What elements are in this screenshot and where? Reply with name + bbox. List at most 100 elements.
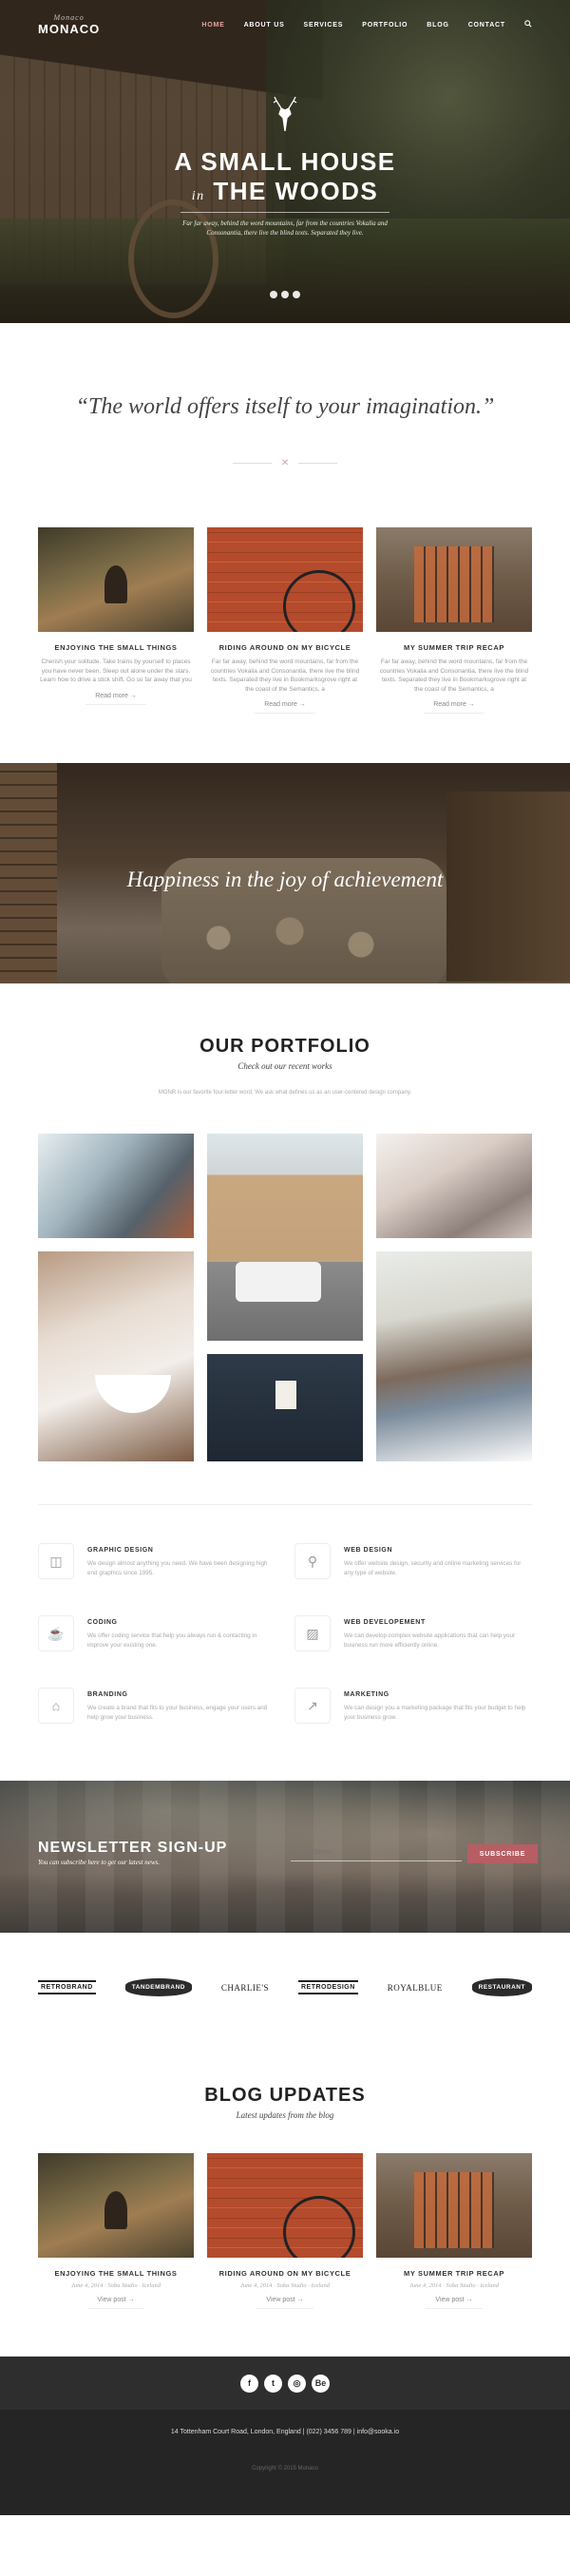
- nav-item-blog[interactable]: BLOG: [427, 22, 448, 29]
- client-logo[interactable]: TANDEMBRAND: [124, 1978, 192, 1996]
- search-icon[interactable]: [524, 20, 532, 29]
- service-text: We offer coding service that help you al…: [87, 1632, 257, 1649]
- mouse-icon: ⌂: [38, 1688, 74, 1724]
- post-meta: June 4, 2014 · Soba Studio · Iceland: [71, 2282, 161, 2289]
- view-post-link[interactable]: View post →: [87, 2297, 144, 2309]
- portfolio-item-cyclist[interactable]: [376, 1251, 532, 1461]
- blog-card[interactable]: RIDING AROUND ON MY BICYCLE June 4, 2014…: [207, 2153, 363, 2309]
- portfolio-item-waves[interactable]: [38, 1134, 194, 1238]
- card-title[interactable]: RIDING AROUND ON MY BICYCLE: [207, 643, 363, 652]
- service-title: WEB DESIGN: [344, 1547, 393, 1554]
- service-item: ⌂ BRANDING We create a brand that fits to…: [38, 1688, 276, 1724]
- quote-text: “The world offers itself to your imagina…: [75, 394, 495, 419]
- slider-dot-1[interactable]: [270, 291, 277, 298]
- hero-title-line1: A SMALL HOUSE: [174, 147, 396, 176]
- card-excerpt: Cherish your solitude. Take trains by yo…: [40, 658, 192, 683]
- read-more-link[interactable]: Read more →: [255, 701, 315, 714]
- card-title[interactable]: MY SUMMER TRIP RECAP: [376, 2269, 532, 2278]
- service-title: CODING: [87, 1619, 118, 1626]
- client-logo[interactable]: RESTAURANT: [471, 1978, 532, 1996]
- portfolio-grid: [38, 1134, 532, 1461]
- service-text: We design almost anything you need. We h…: [87, 1560, 268, 1576]
- client-logo[interactable]: CHARLIE'S: [221, 1983, 269, 1993]
- hero-subtitle: Far far away, behind the word mountains,…: [182, 219, 388, 237]
- newsletter-title: NEWSLETTER SIGN-UP: [38, 1840, 228, 1856]
- nav-item-contact[interactable]: CONTACT: [468, 22, 505, 29]
- nav-item-portfolio[interactable]: PORTFOLIO: [362, 22, 408, 29]
- bicycle-icon: ⚲: [294, 1543, 331, 1579]
- client-logo[interactable]: ROYALBLUE: [388, 1983, 443, 1993]
- read-more-link[interactable]: Read more →: [86, 693, 146, 705]
- copyright: Copyright © 2015 Monaco: [252, 2466, 318, 2471]
- portfolio-item-dress[interactable]: [376, 1134, 532, 1238]
- featured-card[interactable]: ENJOYING THE SMALL THINGS Cherish your s…: [38, 527, 194, 714]
- hero-title-line2: in THE WOODS: [191, 177, 379, 205]
- post-meta: June 4, 2014 · Soba Studio · Iceland: [409, 2282, 499, 2289]
- service-item: ◫ GRAPHIC DESIGN We design almost anythin…: [38, 1543, 276, 1579]
- bicycle-photo[interactable]: [207, 527, 363, 632]
- portfolio-section: OUR PORTFOLIO Check out our recent works…: [0, 983, 570, 1461]
- blog-section: BLOG UPDATES Latest updates from the blo…: [0, 2042, 570, 2309]
- featured-card[interactable]: RIDING AROUND ON MY BICYCLE Far far away…: [207, 527, 363, 714]
- view-post-link[interactable]: View post →: [426, 2297, 483, 2309]
- instagram-icon[interactable]: ◎: [288, 2374, 306, 2393]
- hero-content: A SMALL HOUSE in THE WOODS Far far away,…: [0, 95, 570, 298]
- divider: [38, 1504, 532, 1505]
- ornament-divider: ✕: [233, 458, 338, 468]
- service-item: ☕ CODING We offer coding service that hel…: [38, 1615, 276, 1651]
- service-title: GRAPHIC DESIGN: [87, 1547, 154, 1554]
- service-title: WEB DEVELOPEMENT: [344, 1619, 426, 1626]
- slider-dot-3[interactable]: [293, 291, 300, 298]
- post-meta: June 4, 2014 · Soba Studio · Iceland: [240, 2282, 330, 2289]
- nav-item-home[interactable]: HOME: [201, 22, 224, 29]
- service-item: ↗ MARKETING We can design you a marketing…: [294, 1688, 532, 1724]
- service-item: ▨ WEB DEVELOPEMENT We can develop complex…: [294, 1615, 532, 1651]
- nav-menu: HOME ABOUT US SERVICES PORTFOLIO BLOG CO…: [201, 20, 532, 29]
- portfolio-item-sign[interactable]: [207, 1354, 363, 1461]
- section-subtitle: Check out our recent works: [238, 1061, 332, 1071]
- card-title[interactable]: ENJOYING THE SMALL THINGS: [38, 2269, 194, 2278]
- behance-icon[interactable]: Be: [312, 2374, 330, 2393]
- read-more-link[interactable]: Read more →: [424, 701, 484, 714]
- email-input[interactable]: [291, 1844, 462, 1861]
- newsletter-section: NEWSLETTER SIGN-UP You can subscribe her…: [0, 1781, 570, 1933]
- camera-icon: ◫: [38, 1543, 74, 1579]
- client-logo[interactable]: RETROBRAND: [38, 1980, 96, 1994]
- forest-photo[interactable]: [38, 2153, 194, 2258]
- card-excerpt: Far far away, behind the word mountains,…: [210, 658, 360, 693]
- section-title: OUR PORTFOLIO: [200, 1036, 370, 1057]
- logo[interactable]: Monaco MONACO: [38, 13, 100, 36]
- section-description: MONR is our favorite four-letter word. W…: [158, 1090, 412, 1096]
- service-text: We can design you a marketing package th…: [344, 1705, 526, 1721]
- forest-photo[interactable]: [38, 527, 194, 632]
- image-icon: ▨: [294, 1615, 331, 1651]
- card-title[interactable]: ENJOYING THE SMALL THINGS: [38, 643, 194, 652]
- deer-icon: [0, 95, 570, 140]
- hero-section: Monaco MONACO HOME ABOUT US SERVICES POR…: [0, 0, 570, 323]
- subscribe-button[interactable]: SUBSCRIBE: [467, 1844, 538, 1863]
- chart-icon: ↗: [294, 1688, 331, 1724]
- nav-item-services[interactable]: SERVICES: [304, 22, 344, 29]
- blog-card[interactable]: ENJOYING THE SMALL THINGS June 4, 2014 ·…: [38, 2153, 194, 2309]
- card-excerpt: Far far away, behind the word mountains,…: [379, 658, 529, 693]
- featured-card[interactable]: MY SUMMER TRIP RECAP Far far away, behin…: [376, 527, 532, 714]
- view-post-link[interactable]: View post →: [256, 2297, 314, 2309]
- card-title[interactable]: MY SUMMER TRIP RECAP: [376, 643, 532, 652]
- house-photo[interactable]: [376, 2153, 532, 2258]
- card-title[interactable]: RIDING AROUND ON MY BICYCLE: [207, 2269, 363, 2278]
- parallax-banner: Happiness in the joy of achievement: [0, 763, 570, 983]
- blog-card[interactable]: MY SUMMER TRIP RECAP June 4, 2014 · Soba…: [376, 2153, 532, 2309]
- parallax-quote: Happiness in the joy of achievement: [126, 868, 444, 891]
- nav-item-about[interactable]: ABOUT US: [244, 22, 285, 29]
- portfolio-item-building-car[interactable]: [207, 1134, 363, 1341]
- slider-dot-2[interactable]: [281, 291, 289, 298]
- bicycle-photo[interactable]: [207, 2153, 363, 2258]
- portfolio-item-coffee[interactable]: [38, 1251, 194, 1461]
- facebook-icon[interactable]: f: [240, 2374, 258, 2393]
- arrows-cross-icon: ✕: [280, 458, 290, 468]
- house-photo[interactable]: [376, 527, 532, 632]
- client-logo[interactable]: RETRODESIGN: [297, 1980, 358, 1994]
- twitter-icon[interactable]: t: [264, 2374, 282, 2393]
- quote-section: “The world offers itself to your imagina…: [0, 323, 570, 527]
- services-section: ◫ GRAPHIC DESIGN We design almost anythin…: [38, 1543, 532, 1724]
